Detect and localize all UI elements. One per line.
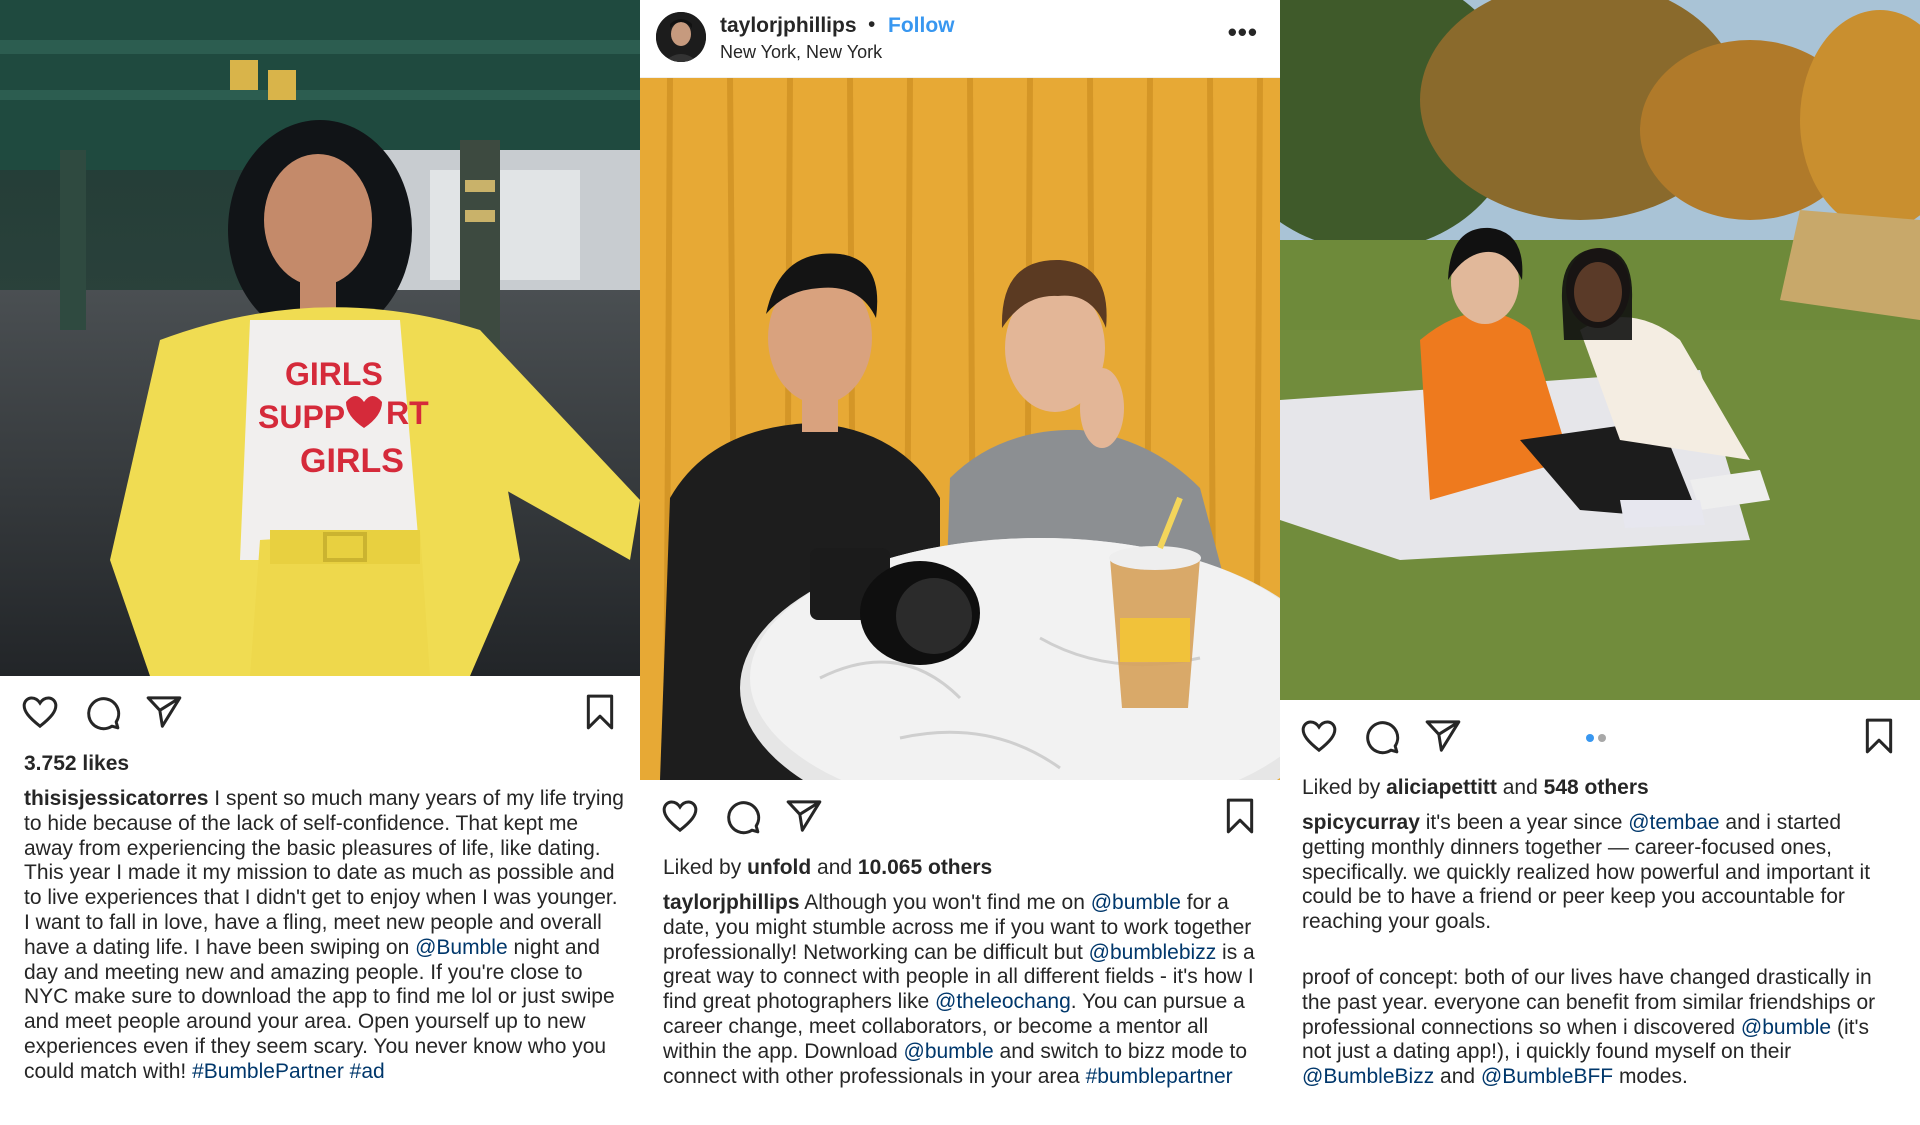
liked-by-others[interactable]: 10.065 others [858, 856, 992, 879]
header-username[interactable]: taylorjphillips [720, 14, 857, 38]
liked-by-others[interactable]: 548 others [1544, 776, 1649, 799]
shirt-text-line2b: RT [386, 395, 429, 431]
likes-count: 3.752 likes [24, 751, 129, 777]
caption-username[interactable]: taylorjphillips [663, 891, 800, 914]
liked-by-line: Liked by unfold and 10.065 others [663, 855, 992, 881]
follow-button[interactable]: Follow [888, 14, 955, 38]
heart-icon[interactable] [1299, 716, 1339, 756]
header-separator: • [868, 13, 876, 36]
caption-username[interactable]: spicycurray [1302, 811, 1420, 834]
hashtag-link[interactable]: #bumblepartner [1086, 1065, 1233, 1088]
comment-icon[interactable] [82, 692, 122, 732]
liked-by-line: Liked by aliciapettitt and 548 others [1302, 775, 1649, 801]
carousel-indicator [1586, 734, 1616, 744]
shirt-text-line1: GIRLS [285, 356, 383, 392]
likes-count-text: 3.752 likes [24, 752, 130, 775]
liked-by-middle: and [1496, 776, 1544, 799]
post-photo-2[interactable] [640, 78, 1280, 780]
hashtag-link[interactable]: #ad [350, 1060, 385, 1083]
comment-icon[interactable] [722, 796, 762, 836]
heart-icon[interactable] [20, 692, 60, 732]
shirt-text-line2a: SUPP [258, 399, 345, 435]
liked-by-prefix: Liked by [663, 856, 748, 879]
shirt-text-line3: GIRLS [300, 442, 404, 480]
more-options-icon[interactable]: ••• [1228, 19, 1258, 45]
share-icon[interactable] [1423, 716, 1463, 756]
mention-link[interactable]: @theleochang [935, 990, 1071, 1013]
bookmark-icon[interactable] [1859, 716, 1899, 756]
bookmark-icon[interactable] [1220, 796, 1260, 836]
liked-by-user[interactable]: aliciapettitt [1386, 776, 1497, 799]
caption-text: and [1434, 1065, 1481, 1089]
comment-icon[interactable] [1361, 716, 1401, 756]
header-location[interactable]: New York, New York [720, 42, 882, 63]
avatar[interactable] [656, 12, 706, 62]
cafe-photo [640, 78, 1280, 780]
heart-icon[interactable] [660, 796, 700, 836]
caption-username[interactable]: thisisjessicatorres [24, 787, 208, 810]
post-card-2: taylorjphillips • Follow New York, New Y… [640, 0, 1280, 1125]
caption-text: modes. [1613, 1065, 1688, 1089]
mention-link[interactable]: @bumble [1741, 1016, 1831, 1039]
caption-text: it's been a year since [1419, 811, 1629, 834]
mention-link[interactable]: @bumblebizz [1089, 941, 1217, 964]
caption-text: I spent so much many years of my life tr… [24, 787, 624, 959]
mention-link[interactable]: @bumble [1091, 891, 1181, 914]
mention-link[interactable]: @bumble [904, 1040, 994, 1063]
carousel-dot[interactable] [1586, 734, 1594, 742]
liked-by-middle: and [811, 856, 858, 879]
mention-link[interactable]: @BumbleBizz [1302, 1065, 1434, 1088]
mention-link[interactable]: @BumbleBFF [1481, 1065, 1613, 1088]
post-card-1: GIRLS SUPP RT GIRLS 3.752 likes thisisje… [0, 0, 640, 1125]
post-photo-1[interactable]: GIRLS SUPP RT GIRLS [0, 0, 640, 676]
street-photo: GIRLS SUPP RT GIRLS [0, 0, 640, 676]
carousel-dot[interactable] [1598, 734, 1606, 742]
hashtag-link[interactable]: #BumblePartner [192, 1060, 344, 1083]
mention-link[interactable]: @tembae [1628, 811, 1719, 834]
picnic-photo [1280, 0, 1920, 700]
post-caption-2: taylorjphillips Although you won't find … [663, 891, 1263, 1089]
post-caption-3-paragraph-2: proof of concept: both of our lives have… [1302, 966, 1902, 1090]
bookmark-icon[interactable] [580, 692, 620, 732]
post-actions-1 [0, 692, 640, 740]
post-actions-2 [640, 796, 1280, 844]
post-card-3: Liked by aliciapettitt and 548 others sp… [1280, 0, 1920, 1125]
post-caption-3: spicycurray it's been a year since @temb… [1302, 811, 1902, 935]
liked-by-prefix: Liked by [1302, 776, 1387, 799]
post-caption-1: thisisjessicatorres I spent so much many… [24, 787, 624, 1085]
liked-by-user[interactable]: unfold [747, 856, 811, 879]
mention-link[interactable]: @Bumble [415, 936, 508, 959]
share-icon[interactable] [784, 796, 824, 836]
caption-text: Although you won't find me on [799, 891, 1091, 914]
share-icon[interactable] [144, 692, 184, 732]
post-header: taylorjphillips • Follow New York, New Y… [640, 0, 1280, 78]
post-photo-3[interactable] [1280, 0, 1920, 700]
